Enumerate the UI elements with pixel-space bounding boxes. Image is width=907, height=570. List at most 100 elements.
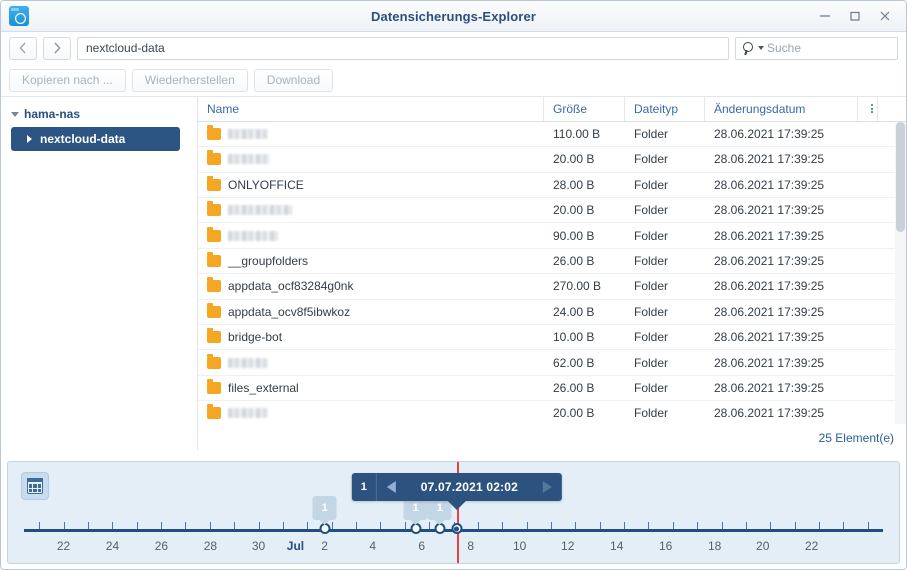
table-row[interactable]: 110.00 B Folder 28.06.2021 17:39:25 xyxy=(198,122,906,148)
calendar-button[interactable] xyxy=(21,472,49,500)
table-row[interactable]: 90.00 B Folder 28.06.2021 17:39:25 xyxy=(198,223,906,249)
column-header-date[interactable]: Änderungsdatum xyxy=(705,97,858,121)
restore-button[interactable]: Wiederherstellen xyxy=(131,68,248,92)
folder-icon xyxy=(207,328,221,344)
column-header-size[interactable]: Größe xyxy=(544,97,625,121)
cell-type: Folder xyxy=(634,330,669,345)
selected-snapshot-bubble[interactable]: 1 07.07.2021 02:02 xyxy=(351,473,563,501)
close-icon[interactable] xyxy=(870,3,900,29)
cell-date: 28.06.2021 17:39:25 xyxy=(714,355,825,370)
timeline-tick xyxy=(234,522,236,529)
table-row[interactable]: 62.00 B Folder 28.06.2021 17:39:25 xyxy=(198,350,906,376)
cell-name: appdata_ocf83284g0nk xyxy=(198,277,544,293)
calendar-icon xyxy=(27,478,43,494)
timeline-tick-label: 12 xyxy=(561,539,575,553)
table-row[interactable]: 20.00 B Folder 28.06.2021 17:39:25 xyxy=(198,401,906,424)
timeline-tick-label: 28 xyxy=(203,539,218,553)
scrollbar-thumb[interactable] xyxy=(896,122,905,232)
cell-date: 28.06.2021 17:39:25 xyxy=(714,203,825,218)
chevron-down-icon[interactable] xyxy=(11,111,19,117)
search-dropdown-caret-icon[interactable] xyxy=(758,46,764,50)
cell-name xyxy=(198,150,544,166)
table-row[interactable]: files_external 26.00 B Folder 28.06.2021 17… xyxy=(198,376,906,402)
table-row[interactable]: __groupfolders 26.00 B Folder 28.06.2021 17… xyxy=(198,249,906,275)
timeline-tick xyxy=(648,522,650,529)
timeline-tick xyxy=(356,522,358,529)
cell-type: Folder xyxy=(634,355,669,370)
timeline-tick xyxy=(258,522,260,529)
search-placeholder: Suche xyxy=(767,41,802,55)
snapshot-marker[interactable]: 1 xyxy=(403,496,428,534)
previous-snapshot-button[interactable] xyxy=(377,473,407,501)
cell-date: 28.06.2021 17:39:25 xyxy=(714,380,825,395)
cell-type: Folder xyxy=(634,177,669,192)
forward-button[interactable] xyxy=(43,36,71,60)
path-input[interactable]: nextcloud-data xyxy=(77,36,729,60)
download-button[interactable]: Download xyxy=(253,68,334,92)
main-body: hama-nas nextcloud-data Name Größe Datei… xyxy=(1,96,906,450)
minimize-icon[interactable] xyxy=(810,3,840,29)
timeline-tick xyxy=(575,522,577,529)
folder-name-label: appdata_ocv8f5ibwkoz xyxy=(228,304,351,319)
cell-size: 90.00 B xyxy=(553,228,595,243)
folder-icon xyxy=(207,125,221,140)
timeline-tick-label: 4 xyxy=(369,539,377,553)
timeline-tick xyxy=(63,522,65,529)
status-bar: 25 Element(e) xyxy=(198,424,906,450)
cell-date: 28.06.2021 17:39:25 xyxy=(714,152,825,167)
timeline-tick xyxy=(405,522,407,529)
column-header-name[interactable]: Name xyxy=(198,97,544,121)
timeline-tick xyxy=(867,522,869,529)
timeline-tick xyxy=(210,522,212,529)
timeline-tick-label: 10 xyxy=(512,539,527,553)
search-input[interactable]: Suche xyxy=(735,36,898,60)
timeline-tick xyxy=(502,522,504,529)
snapshot-marker[interactable]: 1 xyxy=(427,496,452,534)
column-options-menu-icon[interactable] xyxy=(858,97,878,121)
cell-type: Folder xyxy=(634,152,669,167)
table-row[interactable]: appdata_ocf83284g0nk 270.00 B Folder 28.06.… xyxy=(198,274,906,300)
cell-size: 270.00 B xyxy=(553,279,602,294)
timeline-tick xyxy=(137,522,139,529)
cell-name: ONLYOFFICE xyxy=(198,175,544,192)
timeline-tick-label: 16 xyxy=(658,539,673,553)
timeline-tick-label: 8 xyxy=(467,539,475,553)
timeline-tick xyxy=(721,522,723,529)
table-row[interactable]: bridge-bot 10.00 B Folder 28.06.2021 17:39:… xyxy=(198,325,906,351)
snapshot-marker[interactable]: 1 xyxy=(312,496,337,534)
file-list-scrollbar[interactable] xyxy=(895,122,906,424)
table-row[interactable]: 20.00 B Folder 28.06.2021 17:39:25 xyxy=(198,147,906,173)
maximize-icon[interactable] xyxy=(840,3,870,29)
chevron-right-icon[interactable] xyxy=(27,135,32,143)
timeline-tick xyxy=(818,522,820,529)
cell-size: 20.00 B xyxy=(553,406,595,421)
timeline-tick-label: 18 xyxy=(707,539,722,553)
redacted-folder-name xyxy=(228,230,278,241)
redacted-folder-name xyxy=(228,154,270,165)
search-icon xyxy=(742,41,755,55)
timeline-tick xyxy=(283,522,285,529)
folder-icon xyxy=(207,277,221,293)
next-snapshot-button[interactable] xyxy=(532,473,562,501)
sidebar-item-nextcloud-data[interactable]: nextcloud-data xyxy=(11,127,180,151)
back-button[interactable] xyxy=(9,36,37,60)
snapshot-timeline[interactable]: 111 22 24 26 28 30 Jul 2 4 6 8 10 12 14 16 18 20 22 1 07… xyxy=(7,461,900,564)
column-header-type[interactable]: Dateityp xyxy=(625,97,705,121)
cell-type: Folder xyxy=(634,203,669,218)
table-row[interactable]: 20.00 B Folder 28.06.2021 17:39:25 xyxy=(198,198,906,224)
table-row[interactable]: appdata_ocv8f5ibwkoz 24.00 B Folder 28.06.2… xyxy=(198,300,906,325)
cell-size: 20.00 B xyxy=(553,152,595,167)
timeline-tick-label: 30 xyxy=(251,539,266,553)
timeline-tick xyxy=(112,522,114,529)
table-row[interactable]: ONLYOFFICE 28.00 B Folder 28.06.2021 17:39:… xyxy=(198,173,906,198)
tree-node-root[interactable]: hama-nas xyxy=(1,105,197,123)
timeline-cursor-handle[interactable] xyxy=(451,523,463,534)
cell-name xyxy=(198,353,544,369)
copy-to-button[interactable]: Kopieren nach ... xyxy=(9,68,126,92)
snapshot-count-badge: 1 xyxy=(312,496,337,520)
timeline-tick xyxy=(185,522,187,529)
timeline-tick xyxy=(697,522,699,529)
tree-root-label: hama-nas xyxy=(24,107,81,121)
item-count-label: 25 Element(e) xyxy=(818,430,894,445)
cell-name xyxy=(198,226,544,242)
